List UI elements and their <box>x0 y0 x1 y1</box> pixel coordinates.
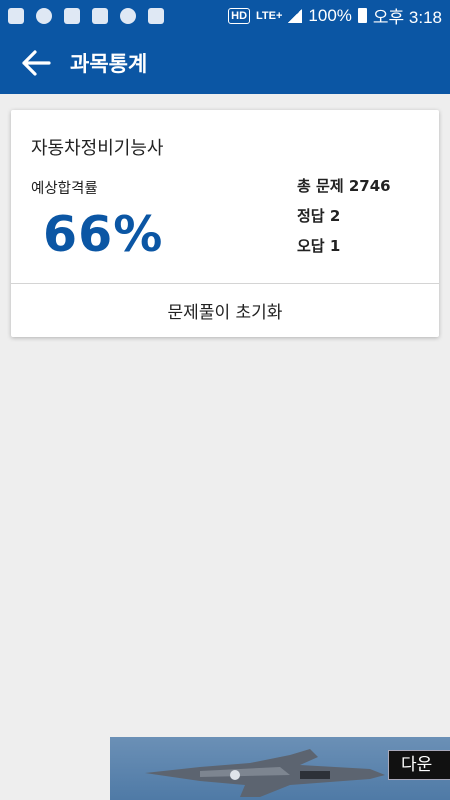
image-icon <box>64 7 80 24</box>
wrong-count: 오답 1 <box>297 237 341 255</box>
pass-rate-value: 66% <box>43 206 164 263</box>
page-title: 과목통계 <box>70 51 148 76</box>
signal-icon <box>288 8 303 23</box>
subject-name: 자동차정비기능사 <box>31 138 164 159</box>
total-questions: 총 문제 2746 <box>297 177 391 195</box>
question-stats: 총 문제 2746 정답 2 오답 1 <box>297 176 391 266</box>
battery-icon <box>357 8 367 23</box>
app-notification-icon <box>148 7 164 24</box>
network-type: LTE+ <box>256 9 283 22</box>
ad-download-button[interactable]: 다운 <box>388 750 450 780</box>
notification-icons <box>8 7 164 24</box>
correct-count: 정답 2 <box>297 207 341 225</box>
keyhole-icon <box>36 7 52 24</box>
pass-rate-label: 예상합격률 <box>31 181 98 197</box>
fighter-jet-image <box>145 749 385 797</box>
missed-call-icon <box>120 7 136 24</box>
back-button[interactable] <box>18 45 54 81</box>
hd-voice-icon: HD <box>228 7 251 24</box>
mail-icon <box>92 7 108 24</box>
system-status: HD LTE+ 100% 오후 3:18 <box>228 3 442 28</box>
message-icon <box>8 7 24 24</box>
status-bar: HD LTE+ 100% 오후 3:18 <box>0 0 450 31</box>
battery-percent: 100% <box>308 5 352 25</box>
ad-banner[interactable]: 다운 <box>110 737 450 800</box>
clock: 오후 3:18 <box>372 8 442 27</box>
reset-button[interactable]: 문제풀이 초기화 <box>11 284 439 337</box>
statistics-card: 자동차정비기능사 예상합격률 66% 총 문제 2746 정답 2 오답 1 문… <box>11 110 439 337</box>
app-bar: 과목통계 <box>0 31 450 94</box>
back-arrow-icon <box>22 49 51 76</box>
